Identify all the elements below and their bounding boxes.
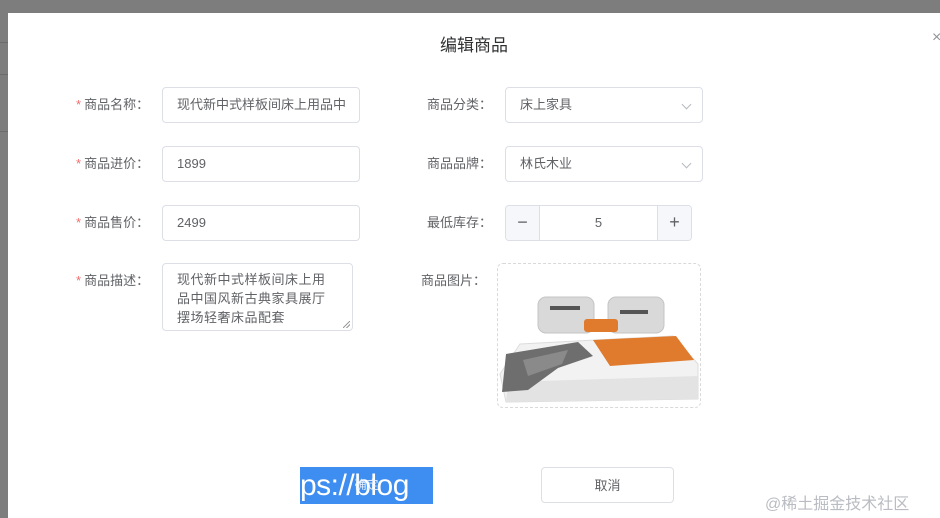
min-stock-label: 最低库存： — [427, 205, 492, 241]
chevron-down-icon — [681, 99, 692, 110]
purchase-price-input[interactable]: 1899 — [162, 146, 360, 182]
category-label-text: 商品分类： — [427, 97, 493, 112]
description-label-text: 商品描述： — [84, 273, 150, 288]
image-uploader[interactable] — [497, 263, 701, 408]
sale-price-label-text: 商品售价： — [84, 215, 150, 230]
required-mark: * — [76, 156, 82, 171]
name-input[interactable]: 现代新中式样板间床上用品中 — [162, 87, 360, 123]
min-stock-label-text: 最低库存： — [427, 215, 493, 230]
cancel-button[interactable]: 取消 — [541, 467, 674, 503]
minus-icon[interactable]: − — [506, 206, 540, 240]
bg-divider — [0, 74, 8, 75]
name-label-text: 商品名称： — [84, 97, 150, 112]
brand-label-text: 商品品牌： — [427, 156, 493, 171]
chevron-down-icon — [681, 158, 692, 169]
dialog-title: 编辑商品 — [440, 36, 508, 55]
close-icon[interactable]: × — [932, 29, 940, 47]
cancel-button-label: 取消 — [594, 478, 621, 493]
min-stock-value[interactable]: 5 — [540, 206, 657, 240]
image-label: 商品图片： — [421, 263, 486, 299]
required-mark: * — [76, 273, 82, 288]
required-mark: * — [76, 215, 82, 230]
category-label: 商品分类： — [427, 87, 492, 123]
category-select[interactable]: 床上家具 — [505, 87, 703, 123]
category-value: 床上家具 — [520, 97, 573, 112]
brand-select[interactable]: 林氏木业 — [505, 146, 703, 182]
brand-label: 商品品牌： — [427, 146, 492, 182]
confirm-button[interactable]: ps://blog 确定 — [300, 467, 433, 504]
product-image — [499, 296, 699, 403]
purchase-price-value: 1899 — [177, 156, 206, 171]
watermark: @稀土掘金技术社区 — [765, 496, 910, 513]
min-stock-stepper: − 5 + — [505, 205, 692, 241]
name-input-value: 现代新中式样板间床上用品中 — [177, 97, 347, 112]
purchase-price-label: * 商品进价： — [76, 146, 149, 182]
description-value: 现代新中式样板间床上用品中国风新古典家具展厅摆场轻奢床品配套 — [177, 272, 326, 325]
name-label: * 商品名称： — [76, 87, 149, 123]
purchase-price-label-text: 商品进价： — [84, 156, 150, 171]
sale-price-input[interactable]: 2499 — [162, 205, 360, 241]
image-label-text: 商品图片： — [421, 273, 487, 288]
sale-price-value: 2499 — [177, 215, 206, 230]
edit-product-dialog: 编辑商品 × * 商品名称： 现代新中式样板间床上用品中 * 商品进价： 1899 … — [8, 13, 940, 518]
brand-value: 林氏木业 — [520, 156, 573, 171]
description-textarea[interactable]: 现代新中式样板间床上用品中国风新古典家具展厅摆场轻奢床品配套 — [162, 263, 353, 331]
resize-handle-icon[interactable] — [343, 321, 350, 328]
description-label: * 商品描述： — [76, 263, 149, 299]
bg-divider — [0, 42, 8, 43]
sale-price-label: * 商品售价： — [76, 205, 149, 241]
plus-icon[interactable]: + — [657, 206, 691, 240]
confirm-button-label: 确定 — [354, 478, 379, 492]
bg-divider — [0, 131, 8, 132]
required-mark: * — [76, 97, 82, 112]
